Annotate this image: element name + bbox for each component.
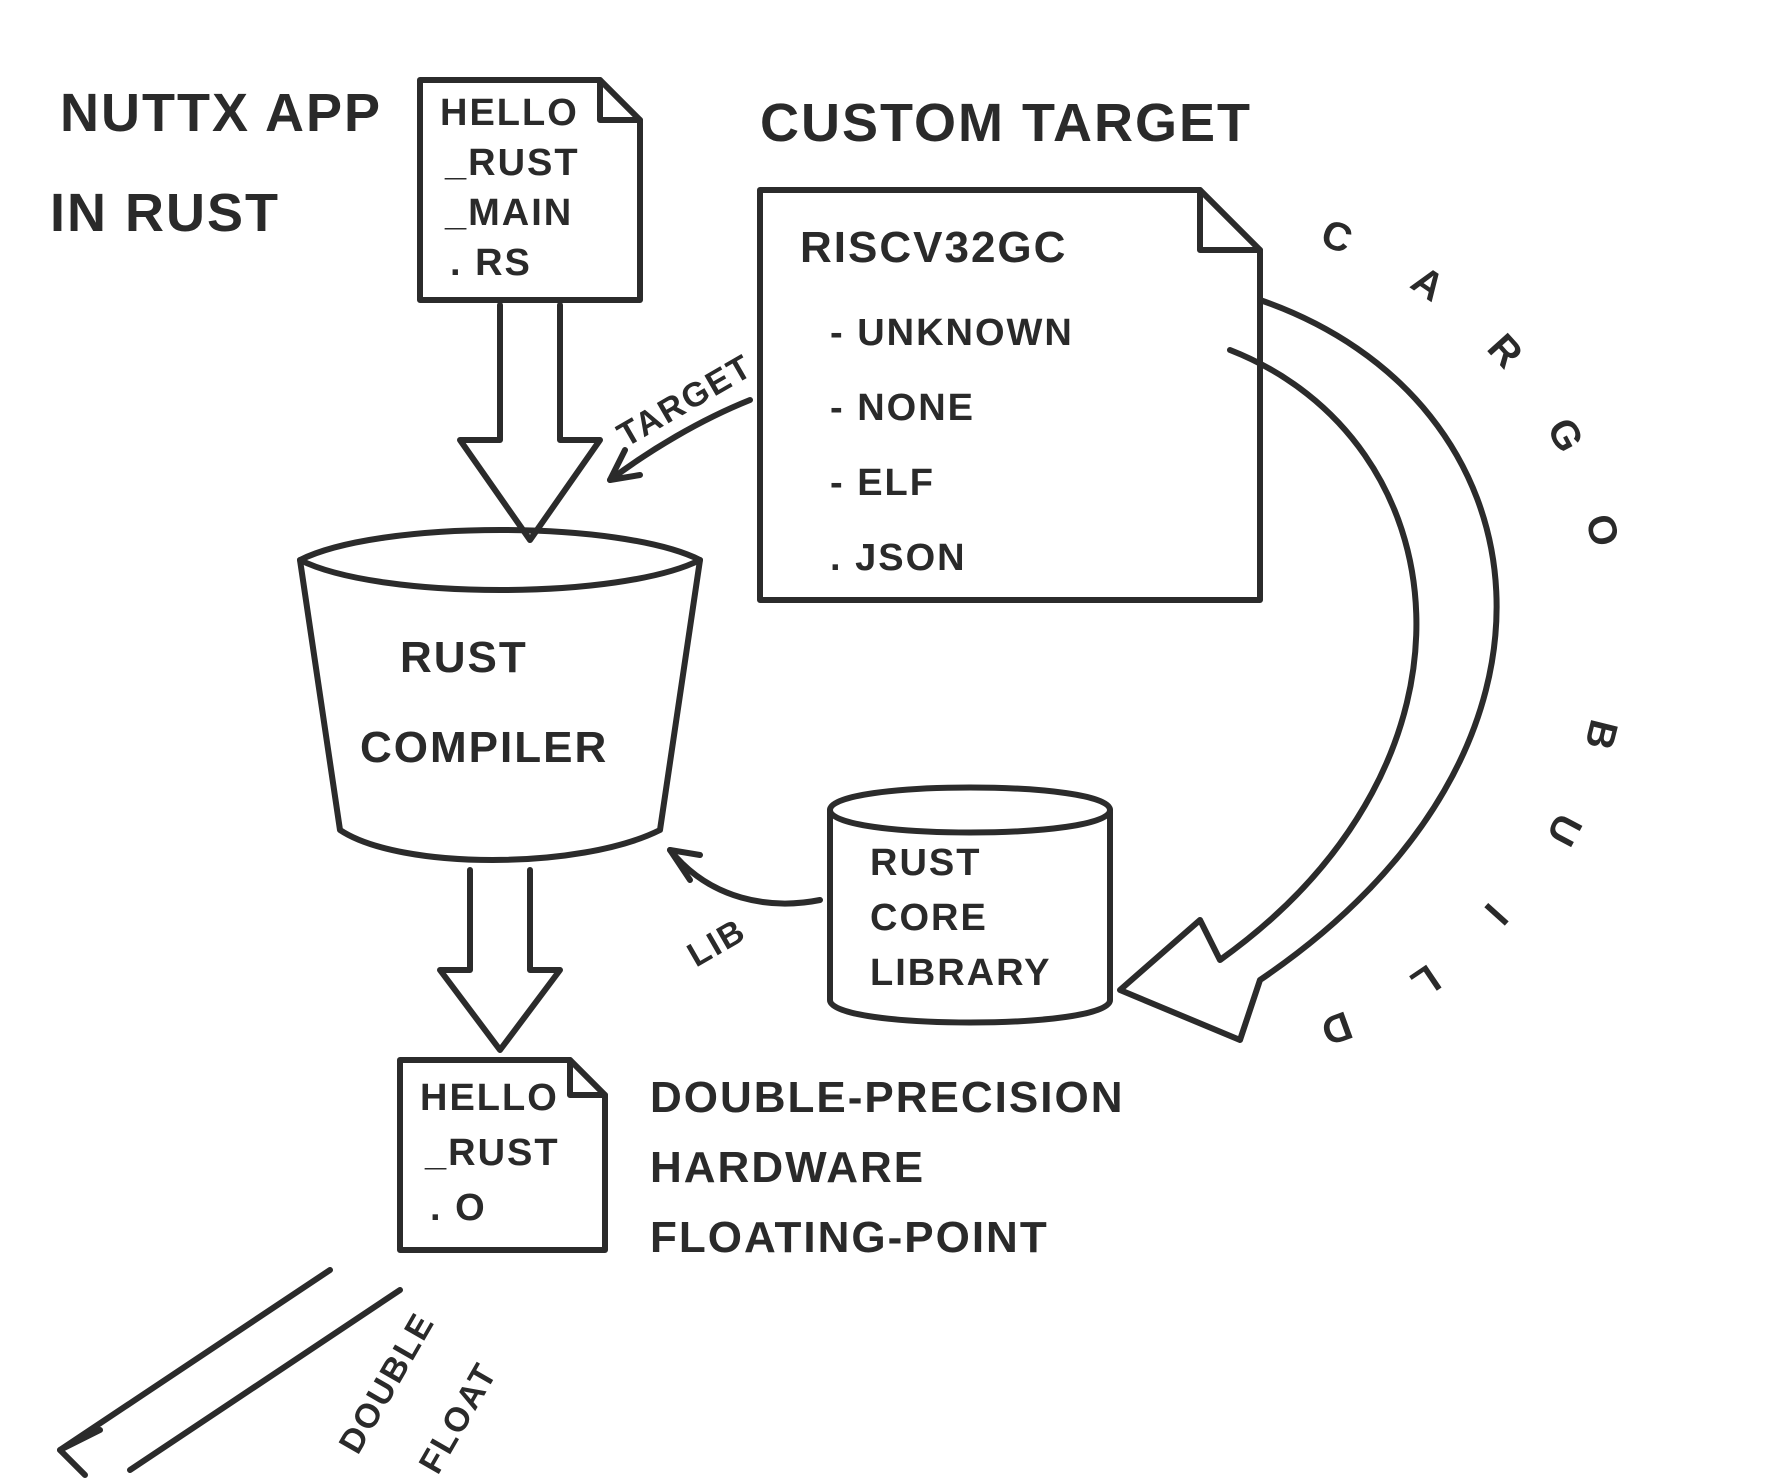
target-file-l1: RISCV32GC — [800, 220, 1067, 275]
core-lib-l3: LIBRARY — [870, 950, 1051, 998]
arrow-double-float-head — [60, 1430, 100, 1475]
source-file-l3: _MAIN — [445, 190, 573, 238]
core-lib-top — [830, 810, 1110, 833]
arrow-source-to-compiler — [460, 305, 600, 540]
compiler-l2: COMPILER — [360, 720, 608, 775]
diagram-stage: NUTTX APP IN RUST CUSTOM TARGET HELLO _R… — [0, 0, 1769, 1484]
notes-l1: DOUBLE-PRECISION — [650, 1070, 1124, 1125]
output-file-l1: HELLO — [420, 1075, 559, 1123]
target-file-item3: . JSON — [830, 535, 967, 583]
target-file-item1: - NONE — [830, 385, 975, 433]
arrow-lib — [670, 850, 820, 903]
source-file-l4: . RS — [450, 240, 532, 288]
source-file-l2: _RUST — [445, 140, 580, 188]
custom-target-heading: CUSTOM TARGET — [760, 90, 1252, 158]
core-lib-l1: RUST — [870, 840, 981, 888]
arrow-double-float-1 — [60, 1270, 330, 1450]
arrow-cargo-outer — [1120, 300, 1497, 1040]
compiler-l1: RUST — [400, 630, 528, 685]
compiler-rim — [300, 560, 700, 590]
output-file-l3: . O — [430, 1185, 487, 1233]
source-file-l1: HELLO — [440, 90, 579, 138]
notes-l3: FLOATING-POINT — [650, 1210, 1049, 1265]
core-lib-l2: CORE — [870, 895, 988, 943]
title-line1: NUTTX APP — [60, 80, 382, 148]
arrow-compiler-to-output — [440, 870, 560, 1050]
target-file-item0: - UNKNOWN — [830, 310, 1074, 358]
notes-l2: HARDWARE — [650, 1140, 925, 1195]
target-file-item2: - ELF — [830, 460, 935, 508]
title-line2: IN RUST — [50, 180, 280, 248]
output-file-l2: _RUST — [425, 1130, 560, 1178]
